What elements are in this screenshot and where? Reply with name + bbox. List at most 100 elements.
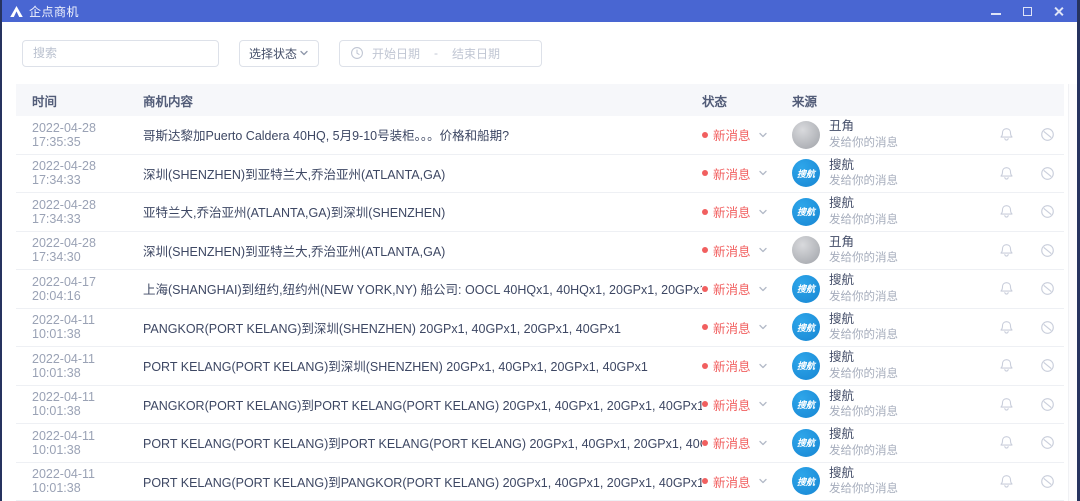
- bell-icon[interactable]: [998, 319, 1015, 336]
- chevron-down-icon[interactable]: [758, 322, 768, 332]
- status-label: 新消息: [713, 318, 751, 337]
- row-actions: [998, 203, 1064, 220]
- status-label: 新消息: [713, 279, 751, 298]
- row-time: 2022-04-17 20:04:16: [16, 275, 143, 303]
- window-controls: [985, 2, 1069, 20]
- row-time: 2022-04-11 10:01:38: [16, 467, 143, 495]
- date-range-picker[interactable]: 开始日期 - 结束日期: [339, 40, 542, 67]
- bell-icon[interactable]: [998, 434, 1015, 451]
- minimize-button[interactable]: [985, 2, 1007, 20]
- scrollbar-track[interactable]: [1068, 84, 1077, 501]
- table-row[interactable]: 2022-04-28 17:34:30 深圳(SHENZHEN)到亚特兰大,乔治…: [16, 232, 1064, 271]
- row-source: 搜航 搜航 发给你的消息: [792, 389, 998, 420]
- row-status: 新消息: [702, 472, 792, 491]
- bell-icon[interactable]: [998, 280, 1015, 297]
- table-row[interactable]: 2022-04-17 20:04:16 上海(SHANGHAI)到纽约,纽约州(…: [16, 270, 1064, 309]
- source-avatar: 搜航: [792, 390, 820, 418]
- header-status: 状态: [702, 91, 792, 110]
- block-icon[interactable]: [1039, 357, 1056, 374]
- bell-icon[interactable]: [998, 165, 1015, 182]
- clock-icon: [350, 46, 364, 60]
- source-description: 发给你的消息: [829, 444, 898, 458]
- source-description: 发给你的消息: [829, 405, 898, 419]
- date-end-placeholder: 结束日期: [452, 45, 500, 62]
- block-icon[interactable]: [1039, 319, 1056, 336]
- row-content: PANGKOR(PORT KELANG)到PORT KELANG(PORT KE…: [143, 395, 702, 414]
- bell-icon[interactable]: [998, 126, 1015, 143]
- filter-bar: 选择状态 开始日期 - 结束日期: [2, 22, 1077, 84]
- row-content: 哥斯达黎加Puerto Caldera 40HQ, 5月9-10号装柜。。。价格…: [143, 125, 702, 144]
- table-row[interactable]: 2022-04-11 10:01:38 PORT KELANG(PORT KEL…: [16, 424, 1064, 463]
- table-body: 2022-04-28 17:35:35 哥斯达黎加Puerto Caldera …: [16, 116, 1064, 501]
- row-content: PORT KELANG(PORT KELANG)到PORT KELANG(POR…: [143, 433, 702, 452]
- chevron-down-icon[interactable]: [758, 399, 768, 409]
- status-select[interactable]: 选择状态: [239, 40, 319, 67]
- table-row[interactable]: 2022-04-28 17:34:33 深圳(SHENZHEN)到亚特兰大,乔治…: [16, 155, 1064, 194]
- status-label: 新消息: [713, 433, 751, 452]
- status-dot-icon: [702, 132, 708, 138]
- block-icon[interactable]: [1039, 165, 1056, 182]
- status-label: 新消息: [713, 164, 751, 183]
- chevron-down-icon[interactable]: [758, 361, 768, 371]
- row-time: 2022-04-11 10:01:38: [16, 390, 143, 418]
- source-avatar: 搜航: [792, 467, 820, 495]
- status-dot-icon: [702, 247, 708, 253]
- source-name: 搜航: [829, 350, 898, 366]
- row-actions: [998, 434, 1064, 451]
- table-row[interactable]: 2022-04-11 10:01:38 PANGKOR(PORT KELANG)…: [16, 386, 1064, 425]
- chevron-down-icon: [299, 48, 309, 58]
- block-icon[interactable]: [1039, 280, 1056, 297]
- block-icon[interactable]: [1039, 473, 1056, 490]
- source-description: 发给你的消息: [829, 174, 898, 188]
- row-source: 丑角 发给你的消息: [792, 119, 998, 150]
- bell-icon[interactable]: [998, 203, 1015, 220]
- row-status: 新消息: [702, 318, 792, 337]
- status-dot-icon: [702, 324, 708, 330]
- source-avatar: [792, 236, 820, 264]
- search-input-wrapper: [22, 40, 219, 67]
- row-content: PANGKOR(PORT KELANG)到深圳(SHENZHEN) 20GPx1…: [143, 318, 702, 337]
- row-status: 新消息: [702, 164, 792, 183]
- row-source: 搜航 搜航 发给你的消息: [792, 312, 998, 343]
- header-time: 时间: [16, 91, 143, 110]
- block-icon[interactable]: [1039, 434, 1056, 451]
- row-source: 搜航 搜航 发给你的消息: [792, 350, 998, 381]
- chevron-down-icon[interactable]: [758, 207, 768, 217]
- status-dot-icon: [702, 401, 708, 407]
- row-source: 搜航 搜航 发给你的消息: [792, 196, 998, 227]
- chevron-down-icon[interactable]: [758, 245, 768, 255]
- source-name: 搜航: [829, 427, 898, 443]
- row-status: 新消息: [702, 356, 792, 375]
- search-input[interactable]: [23, 41, 218, 66]
- chevron-down-icon[interactable]: [758, 438, 768, 448]
- chevron-down-icon[interactable]: [758, 168, 768, 178]
- status-dot-icon: [702, 440, 708, 446]
- block-icon[interactable]: [1039, 396, 1056, 413]
- table-row[interactable]: 2022-04-28 17:35:35 哥斯达黎加Puerto Caldera …: [16, 116, 1064, 155]
- bell-icon[interactable]: [998, 357, 1015, 374]
- row-time: 2022-04-11 10:01:38: [16, 429, 143, 457]
- bell-icon[interactable]: [998, 242, 1015, 259]
- table-row[interactable]: 2022-04-11 10:01:38 PANGKOR(PORT KELANG)…: [16, 309, 1064, 348]
- table-row[interactable]: 2022-04-28 17:34:33 亚特兰大,乔治亚州(ATLANTA,GA…: [16, 193, 1064, 232]
- status-label: 新消息: [713, 202, 751, 221]
- row-actions: [998, 473, 1064, 490]
- table-row[interactable]: 2022-04-11 10:01:38 PORT KELANG(PORT KEL…: [16, 347, 1064, 386]
- bell-icon[interactable]: [998, 473, 1015, 490]
- maximize-button[interactable]: [1016, 2, 1038, 20]
- close-button[interactable]: [1047, 2, 1069, 20]
- row-source: 搜航 搜航 发给你的消息: [792, 158, 998, 189]
- table-row[interactable]: 2022-04-11 10:01:38 PORT KELANG(PORT KEL…: [16, 463, 1064, 501]
- block-icon[interactable]: [1039, 203, 1056, 220]
- bell-icon[interactable]: [998, 396, 1015, 413]
- titlebar: 企点商机: [2, 0, 1077, 22]
- chevron-down-icon[interactable]: [758, 130, 768, 140]
- source-description: 发给你的消息: [829, 328, 898, 342]
- chevron-down-icon[interactable]: [758, 476, 768, 486]
- block-icon[interactable]: [1039, 126, 1056, 143]
- row-source: 丑角 发给你的消息: [792, 235, 998, 266]
- chevron-down-icon[interactable]: [758, 284, 768, 294]
- row-time: 2022-04-28 17:34:33: [16, 198, 143, 226]
- block-icon[interactable]: [1039, 242, 1056, 259]
- app-title: 企点商机: [29, 3, 79, 20]
